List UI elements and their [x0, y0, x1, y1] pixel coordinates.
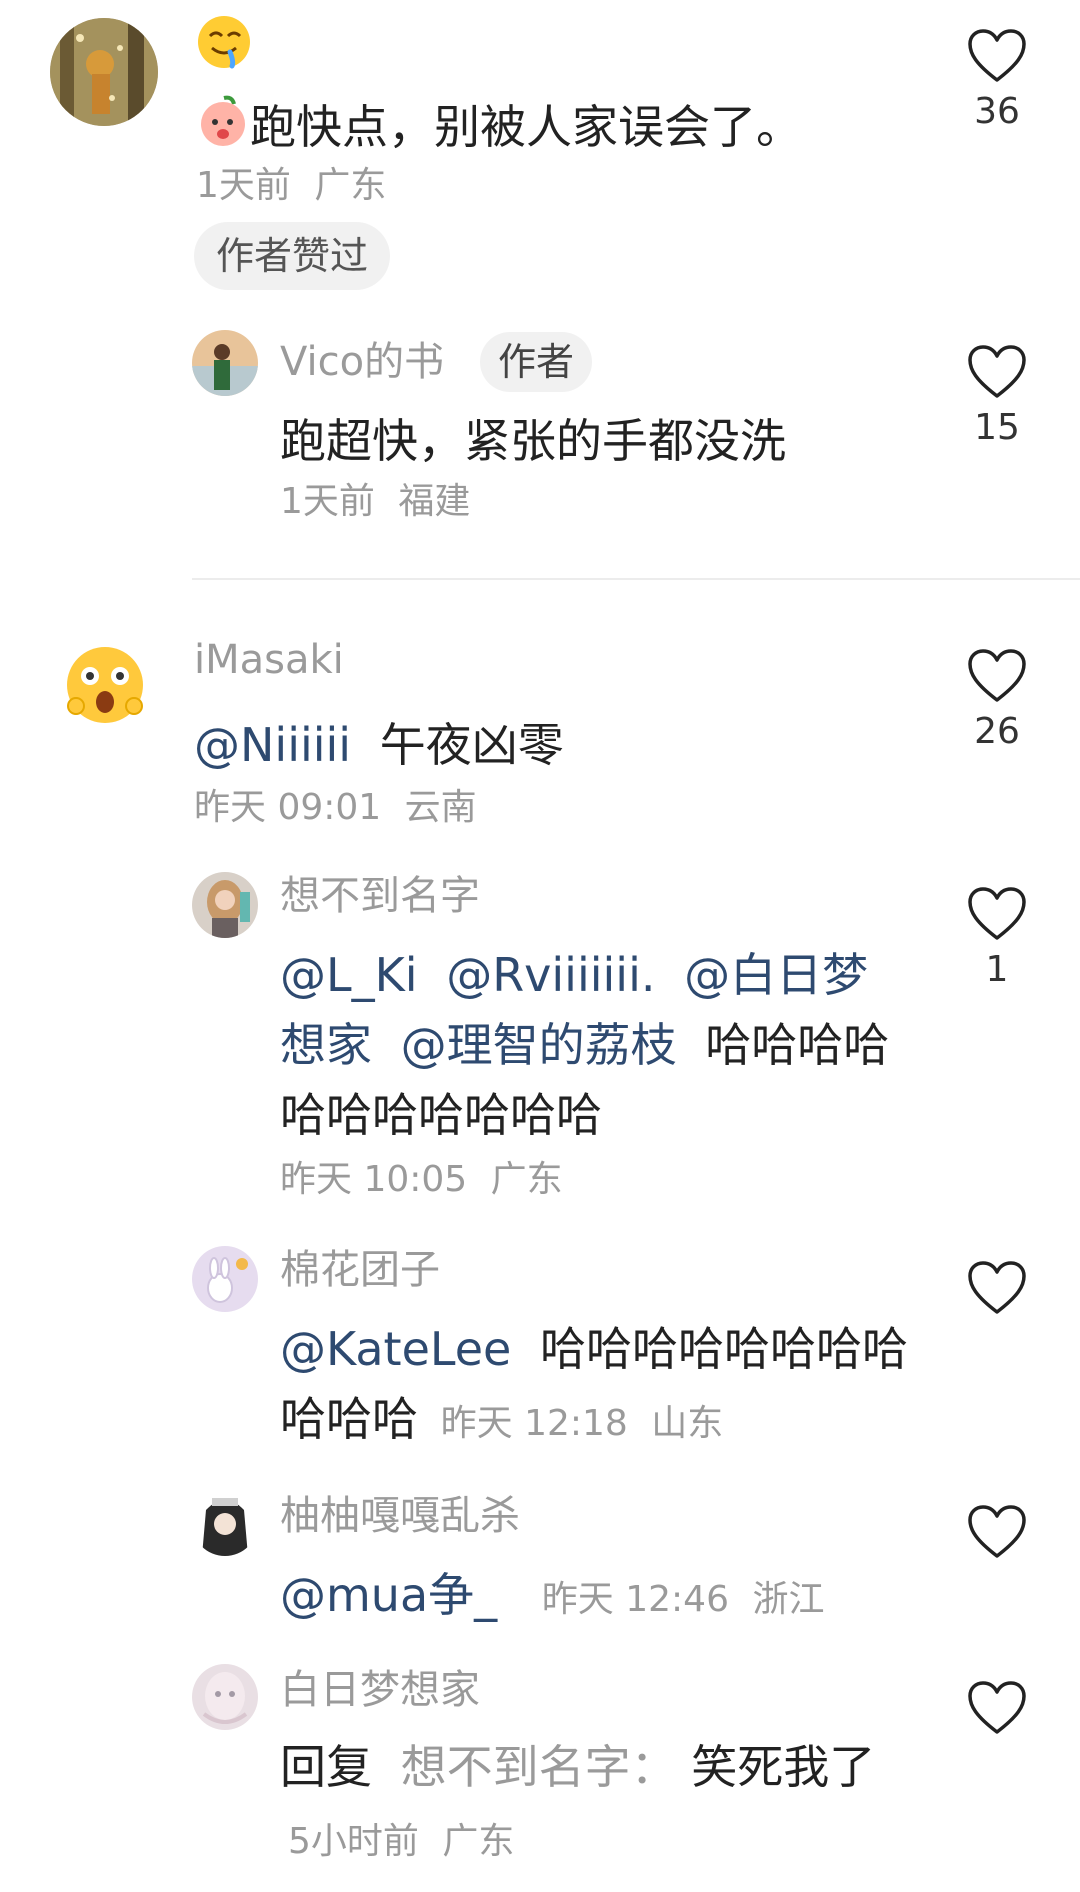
heart-outline-icon	[968, 1505, 1026, 1558]
like-count: 26	[974, 711, 1020, 752]
reply-avatar[interactable]	[192, 872, 258, 938]
reply-username[interactable]: 柚柚嘎嘎乱杀	[280, 1492, 520, 1540]
like-count: 36	[974, 91, 1020, 132]
reply-avatar[interactable]	[192, 330, 258, 396]
comment-time: 1天前	[196, 165, 291, 206]
reply-location: 广东	[442, 1821, 515, 1862]
comment-text: 跑快点，别被人家误会了。	[196, 92, 802, 167]
reply-text: @L_Ki @Rviiiiiii. @白日梦想家 @理智的荔枝 哈哈哈哈哈哈哈哈…	[280, 948, 890, 1142]
reply-meta: 昨天 10:05 广东	[280, 1158, 563, 1202]
heart-outline-icon	[968, 649, 1026, 702]
reply-time: 1天前	[280, 481, 375, 522]
comment-meta: 1天前 广东	[196, 164, 386, 208]
reply-username[interactable]: Vico的书	[280, 338, 444, 386]
reply-username[interactable]: 棉花团子	[280, 1246, 440, 1294]
heart-outline-icon	[968, 1681, 1026, 1734]
commenter-avatar[interactable]	[50, 18, 158, 126]
like-button[interactable]	[952, 1504, 1042, 1560]
mention-link[interactable]: @理智的荔枝	[401, 1018, 677, 1072]
reply-to-username[interactable]: 想不到名字：	[401, 1740, 677, 1794]
like-button[interactable]: 36	[952, 28, 1042, 134]
comment-text: @Niiiiii 午夜凶零	[194, 718, 564, 772]
comment-divider	[192, 578, 1080, 580]
comment-meta: 昨天 09:01 云南	[194, 786, 477, 830]
like-count: 15	[974, 407, 1020, 448]
reply-time: 5小时前	[288, 1821, 419, 1862]
reply-location: 广东	[490, 1159, 563, 1200]
peach-character-icon	[196, 94, 250, 167]
reply-meta: 昨天 12:46 浙江	[542, 1579, 825, 1620]
reply-text: 跑超快，紧张的手都没洗	[280, 414, 786, 468]
comment-location: 云南	[404, 787, 477, 828]
like-button[interactable]: 1	[952, 886, 1042, 992]
mention-link[interactable]: @L_Ki	[280, 948, 418, 1002]
heart-outline-icon	[968, 29, 1026, 82]
heart-outline-icon	[968, 345, 1026, 398]
author-liked-badge: 作者赞过	[194, 222, 391, 290]
like-button[interactable]	[952, 1260, 1042, 1316]
mention-link[interactable]: @Niiiiii	[194, 718, 351, 772]
commenter-username[interactable]: iMasaki	[194, 636, 344, 684]
author-tag: 作者	[480, 332, 593, 392]
reply-text: 回复 想不到名字： 笑死我了 5小时前 广东	[280, 1740, 876, 1862]
reply-username[interactable]: 想不到名字	[280, 872, 480, 920]
like-button[interactable]: 15	[952, 344, 1042, 450]
reply-location: 福建	[398, 481, 471, 522]
comment-location: 广东	[314, 165, 387, 206]
like-button[interactable]	[952, 1680, 1042, 1736]
heart-outline-icon	[968, 887, 1026, 940]
reply-avatar[interactable]	[192, 1664, 258, 1730]
like-count: 1	[985, 949, 1009, 990]
reply-text: @mua争_ 昨天 12:46 浙江	[280, 1560, 824, 1630]
mention-link[interactable]: @mua争_	[280, 1568, 497, 1622]
reply-time: 昨天 12:18	[440, 1403, 628, 1444]
like-button[interactable]: 26	[952, 648, 1042, 754]
reply-meta: 1天前 福建	[280, 480, 470, 524]
reply-avatar[interactable]	[192, 1490, 258, 1556]
heart-outline-icon	[968, 1261, 1026, 1314]
reply-time: 昨天 10:05	[280, 1159, 468, 1200]
drooling-face-icon	[196, 14, 252, 74]
reply-meta: 5小时前 广东	[288, 1821, 514, 1862]
reply-username[interactable]: 白日梦想家	[280, 1666, 480, 1714]
surprised-face-icon[interactable]	[62, 642, 148, 732]
reply-avatar[interactable]	[192, 1246, 258, 1312]
reply-text: @KateLee 哈哈哈哈哈哈哈哈哈哈哈 昨天 12:18 山东	[280, 1322, 908, 1446]
reply-meta: 昨天 12:18 山东	[441, 1403, 724, 1444]
reply-time: 昨天 12:46	[541, 1579, 729, 1620]
reply-location: 浙江	[752, 1579, 825, 1620]
comment-time: 昨天 09:01	[194, 787, 382, 828]
mention-link[interactable]: @KateLee	[280, 1322, 511, 1376]
mention-link[interactable]: @Rviiiiiii.	[446, 948, 655, 1002]
reply-location: 山东	[651, 1403, 724, 1444]
